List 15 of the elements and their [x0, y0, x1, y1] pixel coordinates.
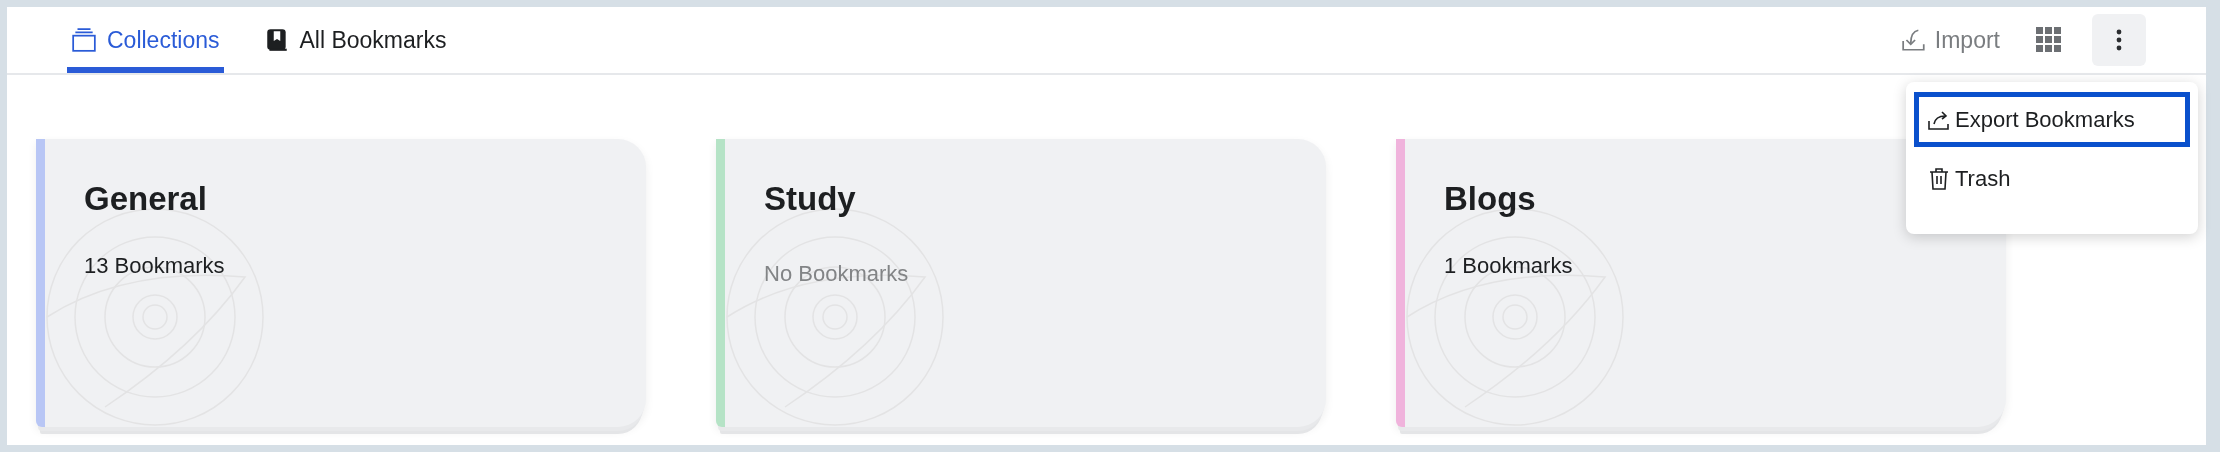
import-button[interactable]: Import [1894, 21, 2006, 59]
stack-icon [71, 27, 97, 53]
collection-title: Study [764, 179, 857, 219]
grid-icon [2036, 27, 2062, 53]
collection-title: Blogs [1444, 179, 1537, 219]
tab[interactable]: Collections [67, 7, 224, 73]
collection-title: General [84, 179, 208, 219]
menu-item[interactable]: Export Bookmarks [1914, 92, 2190, 147]
download-icon [1900, 27, 1927, 53]
bookmark-count: 1 Bookmarks [1444, 251, 1574, 280]
bookmark-count: 13 Bookmarks [84, 251, 226, 280]
tab[interactable]: All Bookmarks [259, 7, 451, 73]
bookmark-count: No Bookmarks [764, 259, 910, 288]
trash-icon [1927, 166, 1951, 191]
kebab-icon [2116, 29, 2122, 51]
